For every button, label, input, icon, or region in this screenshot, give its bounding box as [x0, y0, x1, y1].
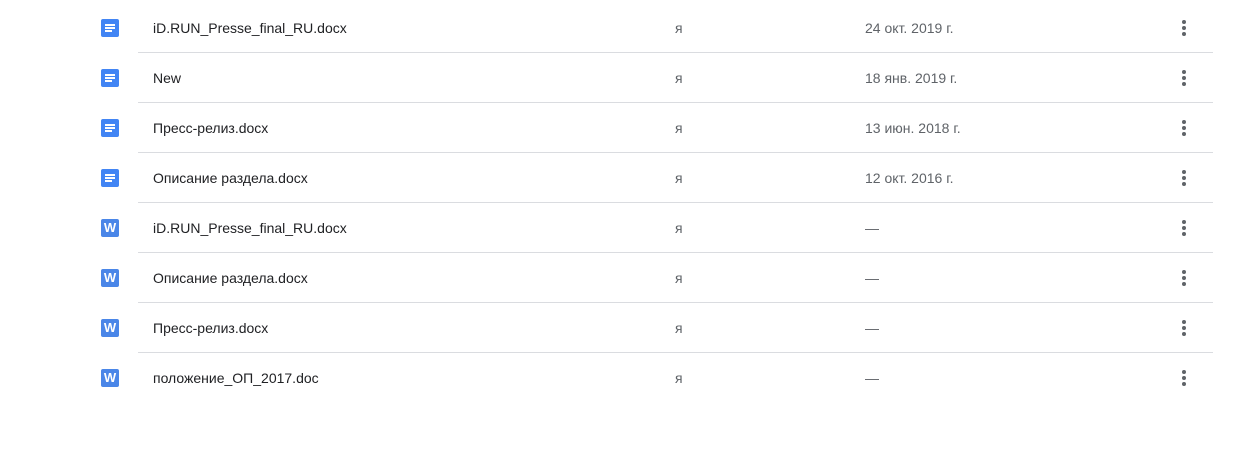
file-row[interactable]: W Описание раздела.docx я —: [0, 253, 1259, 303]
more-actions-button[interactable]: [1171, 15, 1197, 41]
file-row[interactable]: iD.RUN_Presse_final_RU.docx я 24 окт. 20…: [0, 3, 1259, 53]
file-owner: я: [675, 120, 683, 136]
file-name[interactable]: iD.RUN_Presse_final_RU.docx: [153, 220, 347, 236]
file-name[interactable]: iD.RUN_Presse_final_RU.docx: [153, 20, 347, 36]
file-name[interactable]: Описание раздела.docx: [153, 270, 308, 286]
file-list: iD.RUN_Presse_final_RU.docx я 24 окт. 20…: [0, 3, 1259, 402]
more-actions-button[interactable]: [1171, 165, 1197, 191]
more-actions-button[interactable]: [1171, 65, 1197, 91]
google-docs-icon: [101, 69, 119, 87]
file-modified-date: 24 окт. 2019 г.: [865, 20, 954, 36]
file-owner: я: [675, 320, 683, 336]
file-owner: я: [675, 20, 683, 36]
file-owner: я: [675, 270, 683, 286]
file-modified-date: 12 окт. 2016 г.: [865, 170, 954, 186]
word-icon: W: [101, 269, 119, 287]
file-modified-date: —: [865, 220, 879, 236]
google-docs-icon: [101, 19, 119, 37]
more-actions-button[interactable]: [1171, 115, 1197, 141]
file-name[interactable]: положение_ОП_2017.doc: [153, 370, 319, 386]
file-name[interactable]: Пресс-релиз.docx: [153, 120, 268, 136]
file-modified-date: 13 июн. 2018 г.: [865, 120, 961, 136]
file-row[interactable]: W положение_ОП_2017.doc я —: [0, 353, 1259, 402]
file-modified-date: —: [865, 370, 879, 386]
word-icon: W: [101, 369, 119, 387]
more-actions-button[interactable]: [1171, 315, 1197, 341]
file-name[interactable]: New: [153, 70, 181, 86]
file-row[interactable]: W iD.RUN_Presse_final_RU.docx я —: [0, 203, 1259, 253]
file-row[interactable]: Описание раздела.docx я 12 окт. 2016 г.: [0, 153, 1259, 203]
more-actions-button[interactable]: [1171, 215, 1197, 241]
more-actions-button[interactable]: [1171, 365, 1197, 391]
file-owner: я: [675, 170, 683, 186]
file-name[interactable]: Пресс-релиз.docx: [153, 320, 268, 336]
word-icon: W: [101, 219, 119, 237]
word-icon: W: [101, 319, 119, 337]
file-owner: я: [675, 220, 683, 236]
file-owner: я: [675, 70, 683, 86]
google-docs-icon: [101, 169, 119, 187]
file-modified-date: —: [865, 270, 879, 286]
file-row[interactable]: W Пресс-релиз.docx я —: [0, 303, 1259, 353]
file-modified-date: —: [865, 320, 879, 336]
file-row[interactable]: Пресс-релиз.docx я 13 июн. 2018 г.: [0, 103, 1259, 153]
file-name[interactable]: Описание раздела.docx: [153, 170, 308, 186]
more-actions-button[interactable]: [1171, 265, 1197, 291]
file-owner: я: [675, 370, 683, 386]
file-modified-date: 18 янв. 2019 г.: [865, 70, 958, 86]
google-docs-icon: [101, 119, 119, 137]
file-row[interactable]: New я 18 янв. 2019 г.: [0, 53, 1259, 103]
